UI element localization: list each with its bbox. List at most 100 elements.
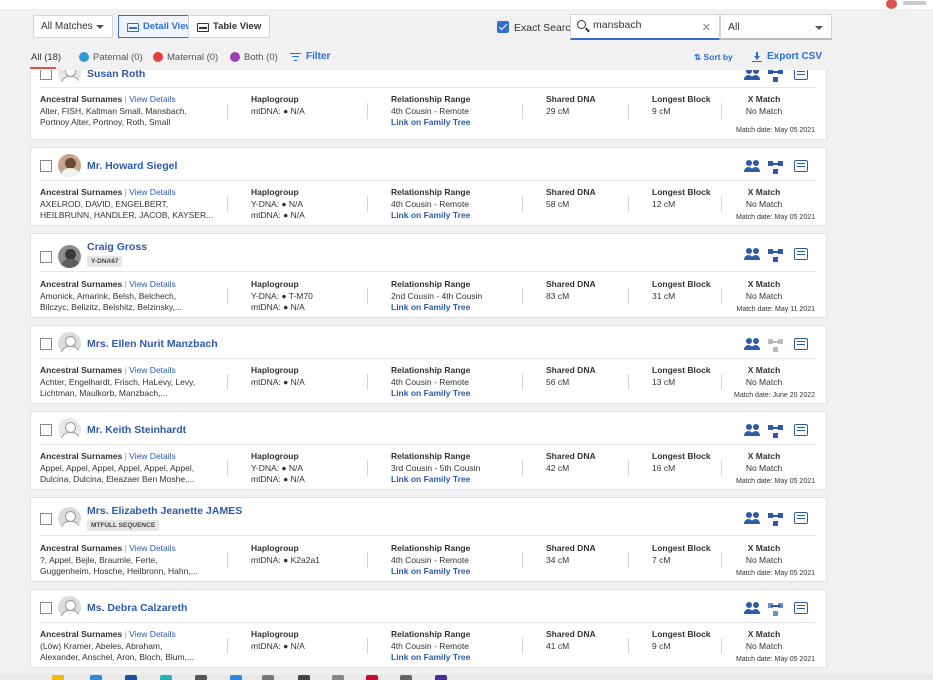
message-icon[interactable] bbox=[794, 512, 808, 524]
app-icon[interactable] bbox=[230, 675, 242, 680]
filter-button[interactable]: Filter bbox=[290, 51, 330, 62]
file-explorer-icon[interactable] bbox=[52, 675, 64, 680]
family-tree-icon[interactable] bbox=[768, 160, 784, 174]
message-icon[interactable] bbox=[794, 248, 808, 260]
link-family-tree[interactable]: Link on Family Tree bbox=[391, 652, 521, 664]
profile-icon[interactable] bbox=[903, 1, 927, 5]
avatar[interactable] bbox=[58, 154, 81, 177]
view-details-link[interactable]: View Details bbox=[129, 279, 176, 289]
select-match-checkbox[interactable] bbox=[40, 602, 52, 614]
avatar[interactable] bbox=[58, 418, 81, 441]
matches-select[interactable]: All Matches bbox=[33, 15, 113, 38]
haplogroup-column: Haplogroup mtDNA: ● N/A bbox=[251, 365, 305, 387]
divider bbox=[227, 288, 228, 304]
message-icon[interactable] bbox=[794, 338, 808, 350]
shared-matches-icon[interactable] bbox=[744, 338, 760, 351]
family-tree-icon[interactable] bbox=[768, 512, 784, 526]
family-tree-icon[interactable] bbox=[768, 248, 784, 262]
message-icon[interactable] bbox=[794, 160, 808, 172]
x-match-column: X Match No Match bbox=[745, 94, 783, 116]
extension-icon[interactable] bbox=[886, 0, 897, 9]
match-name[interactable]: Mr. Keith Steinhardt bbox=[87, 424, 186, 436]
x-match-column: X Match No Match bbox=[745, 629, 783, 651]
shared-matches-icon[interactable] bbox=[744, 70, 760, 81]
export-csv-button[interactable]: Export CSV bbox=[752, 51, 822, 62]
match-name[interactable]: Susan Roth bbox=[87, 70, 145, 80]
divider bbox=[628, 638, 629, 654]
tab-maternal[interactable]: Maternal (0) bbox=[153, 52, 218, 63]
family-tree-icon[interactable] bbox=[768, 70, 784, 82]
clear-search-icon[interactable]: ✕ bbox=[702, 21, 711, 34]
divider bbox=[40, 271, 816, 272]
link-family-tree[interactable]: Link on Family Tree bbox=[391, 117, 521, 129]
view-details-link[interactable]: View Details bbox=[129, 187, 176, 197]
app-icon[interactable] bbox=[195, 675, 207, 680]
match-actions bbox=[744, 160, 814, 174]
match-actions bbox=[744, 602, 814, 616]
link-family-tree[interactable]: Link on Family Tree bbox=[391, 474, 521, 486]
select-match-checkbox[interactable] bbox=[40, 160, 52, 172]
shared-matches-icon[interactable] bbox=[744, 602, 760, 615]
search-input[interactable] bbox=[593, 19, 693, 31]
select-match-checkbox[interactable] bbox=[40, 251, 52, 263]
app-icon[interactable] bbox=[332, 675, 344, 680]
match-name[interactable]: Mrs. Ellen Nurit Manzbach bbox=[87, 338, 218, 350]
match-name[interactable]: Mrs. Elizabeth Jeanette JAMES bbox=[87, 505, 242, 517]
tab-paternal[interactable]: Paternal (0) bbox=[79, 52, 143, 63]
view-details-link[interactable]: View Details bbox=[129, 451, 176, 461]
view-details-link[interactable]: View Details bbox=[129, 94, 176, 104]
tab-all[interactable]: All (18) bbox=[31, 52, 61, 63]
avatar[interactable] bbox=[58, 70, 81, 85]
chevron-down-icon bbox=[96, 25, 104, 29]
family-tree-icon[interactable] bbox=[768, 424, 784, 438]
avatar[interactable] bbox=[58, 245, 81, 268]
haplogroup-column: Haplogroup mtDNA: ● N/A bbox=[251, 629, 305, 651]
avatar[interactable] bbox=[58, 507, 81, 530]
test-badge: Y-DNA67 bbox=[87, 256, 123, 267]
app-icon[interactable] bbox=[125, 675, 137, 680]
active-tab-underline bbox=[30, 67, 56, 69]
shared-matches-icon[interactable] bbox=[744, 424, 760, 437]
relationship-column: Relationship Range 4th Cousin - Remote L… bbox=[391, 94, 521, 129]
view-details-link[interactable]: View Details bbox=[129, 543, 176, 553]
divider bbox=[367, 288, 368, 304]
match-actions bbox=[744, 70, 814, 82]
select-match-checkbox[interactable] bbox=[40, 513, 52, 525]
app-icon[interactable] bbox=[160, 675, 172, 680]
message-icon[interactable] bbox=[794, 602, 808, 614]
select-match-checkbox[interactable] bbox=[40, 424, 52, 436]
match-name[interactable]: Mr. Howard Siegel bbox=[87, 160, 177, 172]
link-family-tree[interactable]: Link on Family Tree bbox=[391, 210, 521, 222]
table-view-button[interactable]: Table View bbox=[188, 15, 271, 38]
app-icon[interactable] bbox=[90, 675, 102, 680]
family-tree-unlinked-icon[interactable] bbox=[768, 602, 784, 616]
search-scope-select[interactable]: All bbox=[720, 14, 832, 40]
avatar[interactable] bbox=[58, 596, 81, 619]
select-match-checkbox[interactable] bbox=[40, 70, 52, 80]
shared-matches-icon[interactable] bbox=[744, 248, 760, 261]
tab-both[interactable]: Both (0) bbox=[230, 52, 278, 63]
match-date: Match date: May 05 2021 bbox=[736, 127, 815, 134]
match-name[interactable]: Ms. Debra Calzareth bbox=[87, 602, 187, 614]
shared-matches-icon[interactable] bbox=[744, 512, 760, 525]
match-name[interactable]: Craig Gross bbox=[87, 241, 147, 253]
link-family-tree[interactable]: Link on Family Tree bbox=[391, 388, 521, 400]
app-icon[interactable] bbox=[298, 675, 310, 680]
view-details-link[interactable]: View Details bbox=[129, 365, 176, 375]
app-icon[interactable] bbox=[262, 675, 274, 680]
sort-by-button[interactable]: ⇅ Sort by bbox=[694, 52, 733, 63]
app-icon[interactable] bbox=[366, 675, 378, 680]
select-match-checkbox[interactable] bbox=[40, 338, 52, 350]
app-icon[interactable] bbox=[400, 675, 412, 680]
app-icon[interactable] bbox=[435, 675, 447, 680]
shared-matches-icon[interactable] bbox=[744, 160, 760, 173]
avatar[interactable] bbox=[58, 332, 81, 355]
link-family-tree[interactable]: Link on Family Tree bbox=[391, 566, 521, 578]
exact-search-checkbox[interactable]: Exact Search bbox=[497, 21, 576, 34]
longest-block-column: Longest Block 31 cM bbox=[652, 279, 711, 301]
message-icon[interactable] bbox=[794, 424, 808, 436]
link-family-tree[interactable]: Link on Family Tree bbox=[391, 302, 521, 314]
view-details-link[interactable]: View Details bbox=[129, 629, 176, 639]
longest-block-column: Longest Block 9 cM bbox=[652, 94, 711, 116]
message-icon[interactable] bbox=[794, 70, 808, 80]
